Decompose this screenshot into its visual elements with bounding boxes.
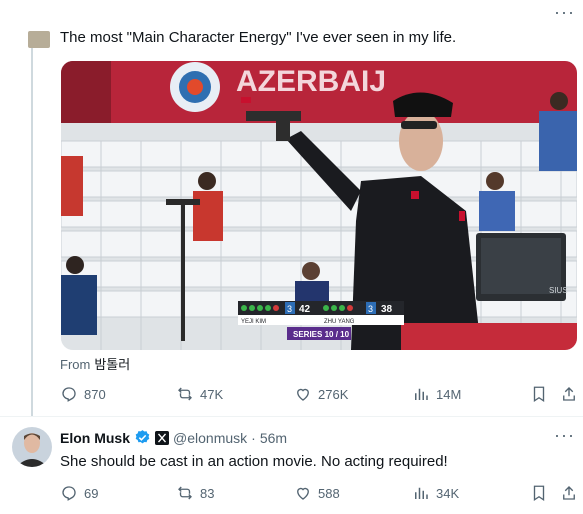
reply-button[interactable]: 69 bbox=[60, 481, 98, 505]
bookmark-icon bbox=[533, 485, 545, 502]
like-button[interactable]: 588 bbox=[294, 481, 340, 505]
svg-text:3: 3 bbox=[287, 304, 292, 314]
thread-connector-line bbox=[31, 44, 33, 416]
source-prefix: From bbox=[60, 357, 91, 372]
more-icon[interactable]: ··· bbox=[554, 425, 575, 446]
reply-count: 870 bbox=[84, 386, 106, 402]
svg-text:YEJI KIM: YEJI KIM bbox=[241, 319, 266, 325]
reply-icon bbox=[62, 486, 76, 501]
x-logo-icon bbox=[155, 430, 170, 445]
like-count: 276K bbox=[318, 386, 349, 402]
views-button[interactable]: 34K bbox=[412, 481, 459, 505]
bookmark-icon bbox=[533, 386, 545, 403]
like-icon bbox=[297, 487, 309, 500]
media-source-attribution: From 밤톨러 bbox=[60, 354, 130, 373]
reply-button[interactable]: 870 bbox=[60, 382, 106, 406]
tweet-actions: 870 47K 276K 14M bbox=[60, 382, 576, 406]
svg-text:3: 3 bbox=[368, 304, 373, 314]
author-handle[interactable]: @elonmusk bbox=[173, 430, 247, 446]
meta-separator: · bbox=[251, 429, 256, 446]
svg-text:SERIES 10 / 10: SERIES 10 / 10 bbox=[293, 330, 350, 339]
repost-count: 47K bbox=[200, 386, 224, 402]
reply-text: She should be cast in an action movie. N… bbox=[60, 453, 448, 470]
views-count: 34K bbox=[436, 485, 460, 501]
reply-header: Elon Musk @elonmusk · 56m bbox=[60, 429, 287, 446]
repost-count: 83 bbox=[200, 485, 215, 501]
svg-text:38: 38 bbox=[381, 304, 393, 315]
verified-badge-icon[interactable] bbox=[134, 429, 151, 446]
views-count: 14M bbox=[436, 386, 462, 402]
svg-text:42: 42 bbox=[299, 304, 311, 315]
like-count: 588 bbox=[318, 485, 340, 501]
share-button[interactable] bbox=[560, 481, 578, 505]
post-timestamp[interactable]: 56m bbox=[260, 430, 287, 446]
views-icon bbox=[415, 388, 428, 400]
tweet-divider bbox=[0, 416, 583, 417]
bookmark-button[interactable] bbox=[530, 481, 548, 505]
more-icon[interactable]: ··· bbox=[554, 2, 575, 23]
video-frame-image: AZERBAIJ SIUS 3 3 42 38 YEJI KIM ZHU YAN… bbox=[61, 61, 577, 350]
reply-actions: 69 83 588 34K bbox=[60, 481, 576, 505]
avatar[interactable] bbox=[28, 31, 50, 48]
tweet-text: The most "Main Character Energy" I've ev… bbox=[60, 29, 457, 46]
reply-icon bbox=[62, 387, 76, 402]
avatar[interactable] bbox=[12, 427, 52, 467]
svg-text:ZHU YANG: ZHU YANG bbox=[324, 319, 355, 325]
share-button[interactable] bbox=[560, 382, 578, 406]
repost-icon bbox=[178, 387, 192, 401]
banner-text: AZERBAIJ bbox=[236, 65, 386, 98]
repost-button[interactable]: 47K bbox=[176, 382, 223, 406]
like-button[interactable]: 276K bbox=[294, 382, 348, 406]
source-name[interactable]: 밤톨러 bbox=[94, 357, 130, 372]
views-icon bbox=[415, 487, 428, 499]
reply-count: 69 bbox=[84, 485, 99, 501]
like-icon bbox=[297, 388, 309, 401]
share-icon bbox=[563, 486, 575, 500]
repost-icon bbox=[178, 486, 192, 500]
bookmark-button[interactable] bbox=[530, 382, 548, 406]
tweet-media[interactable]: AZERBAIJ SIUS 3 3 42 38 YEJI KIM ZHU YAN… bbox=[61, 61, 577, 350]
share-icon bbox=[563, 387, 575, 401]
monitor-brand: SIUS bbox=[549, 286, 568, 295]
repost-button[interactable]: 83 bbox=[176, 481, 214, 505]
views-button[interactable]: 14M bbox=[412, 382, 461, 406]
author-name[interactable]: Elon Musk bbox=[60, 430, 130, 446]
